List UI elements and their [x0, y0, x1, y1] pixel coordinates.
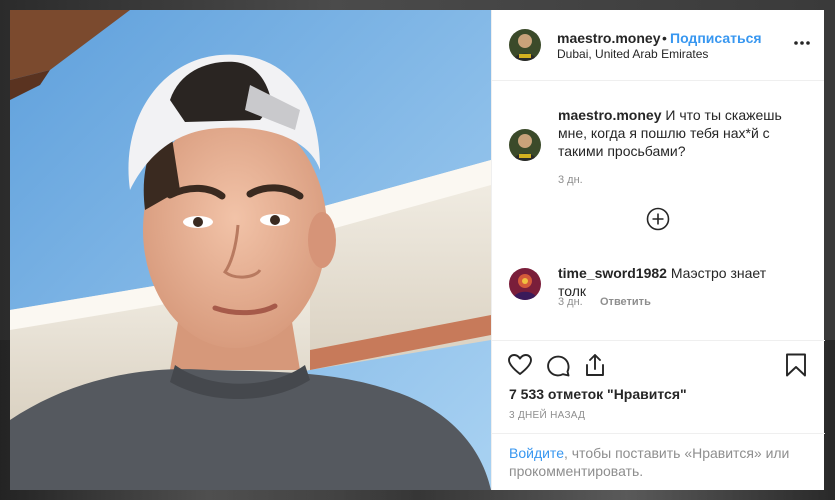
comment-username[interactable]: time_sword1982 — [558, 265, 667, 281]
comment-avatar-image — [509, 129, 541, 161]
selfie-image — [10, 10, 491, 490]
heart-icon[interactable] — [507, 352, 533, 378]
comment-avatar[interactable] — [509, 268, 541, 300]
author-avatar[interactable] — [509, 29, 541, 61]
post-modal: maestro.money • Подписаться Dubai, Unite… — [10, 10, 825, 491]
login-prompt-text: Войдите, чтобы поставить «Нравится» или … — [509, 444, 799, 480]
header-separator: • — [662, 30, 667, 46]
author-avatar-image — [509, 29, 541, 61]
comment-username[interactable]: maestro.money — [558, 107, 661, 123]
follow-button[interactable]: Подписаться — [670, 30, 762, 46]
comment-time[interactable]: 3 дн. — [558, 174, 583, 186]
comment: time_sword1982 Маэстро знает толк — [558, 264, 798, 300]
action-bar — [492, 340, 825, 381]
share-icon[interactable] — [582, 352, 608, 378]
comment-avatar[interactable] — [509, 129, 541, 161]
post-header: maestro.money • Подписаться Dubai, Unite… — [492, 10, 824, 81]
plus-circle-icon[interactable] — [646, 207, 670, 231]
post-photo — [10, 10, 491, 490]
likes-count[interactable]: 7 533 отметок "Нравится" — [509, 386, 687, 402]
author-username[interactable]: maestro.money — [557, 30, 660, 46]
post-panel: maestro.money • Подписаться Dubai, Unite… — [491, 10, 825, 491]
bookmark-icon[interactable] — [783, 352, 809, 378]
comment-avatar-image — [509, 268, 541, 300]
caption-comment: maestro.money И что ты скажешь мне, когд… — [558, 106, 798, 160]
comment-time[interactable]: 3 дн. — [558, 296, 583, 308]
comment-icon[interactable] — [545, 352, 571, 378]
post-timestamp[interactable]: 3 ДНЕЙ НАЗАД — [509, 410, 585, 421]
post-location[interactable]: Dubai, United Arab Emirates — [557, 47, 708, 61]
login-prompt: Войдите, чтобы поставить «Нравится» или … — [492, 433, 825, 491]
more-options-icon[interactable] — [792, 36, 812, 50]
login-link[interactable]: Войдите — [509, 445, 564, 461]
reply-button[interactable]: Ответить — [600, 296, 651, 308]
